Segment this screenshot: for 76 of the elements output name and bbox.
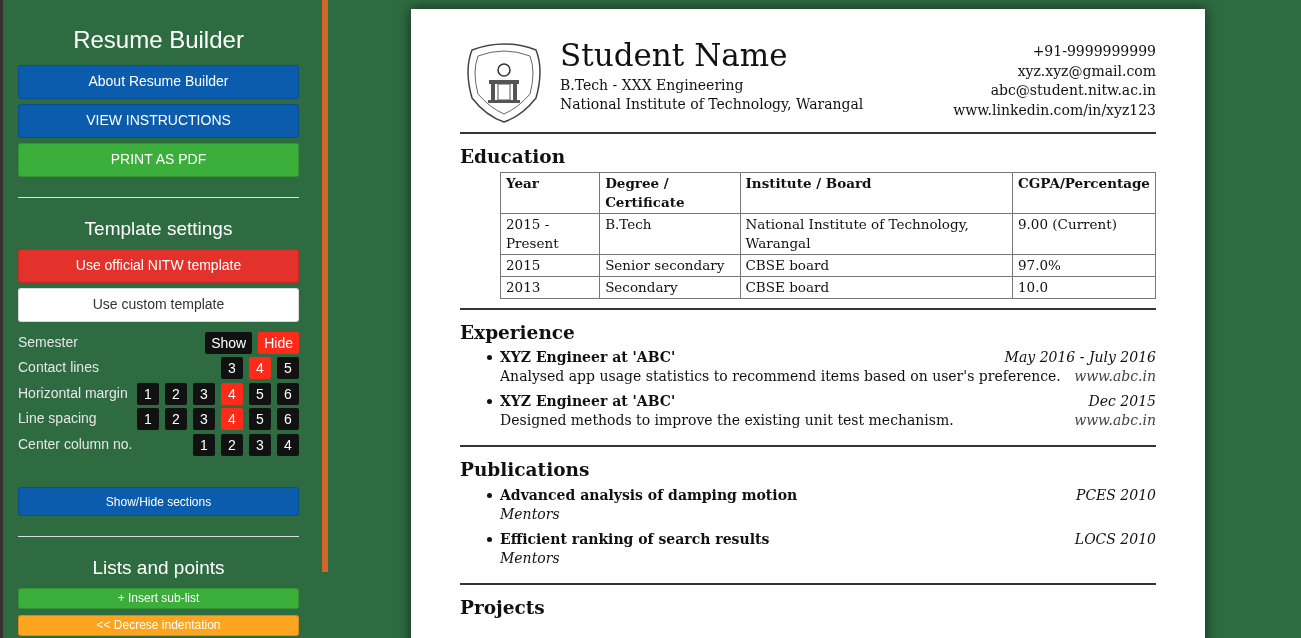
entry-venue: PCES 2010 [1075, 485, 1156, 505]
option-button[interactable]: 6 [277, 408, 299, 431]
sidebar-button[interactable]: Show/Hide sections [18, 487, 299, 517]
entry-title: XYZ Engineer at 'ABC' [500, 392, 676, 412]
entry-link[interactable]: www.abc.in [1074, 411, 1156, 431]
table-cell: CBSE board [740, 276, 1013, 299]
table-cell: 9.00 (Current) [1012, 213, 1156, 255]
option-button[interactable]: 2 [165, 382, 187, 405]
entry-date: Dec 2015 [1088, 392, 1156, 412]
setting-label: Contact lines [18, 358, 99, 378]
scrollbar-thumb[interactable] [322, 0, 328, 572]
entry-venue: LOCS 2010 [1074, 529, 1156, 549]
setting-label: Semester [18, 332, 78, 352]
entry-date: May 2016 - July 2016 [1004, 348, 1156, 368]
sidebar-title: Resume Builder [72, 26, 245, 55]
entry-title: Advanced analysis of damping motion [500, 485, 798, 505]
table-cell: 2015 - Present [500, 213, 600, 255]
section-title: Projects [460, 596, 546, 619]
table-cell: 2013 [500, 276, 600, 299]
option-button[interactable]: Hide [258, 331, 299, 354]
table-cell: Secondary [599, 276, 740, 299]
entry-title: Efficient ranking of search results [500, 529, 770, 549]
option-button[interactable]: 4 [249, 357, 271, 380]
option-button[interactable]: 6 [277, 382, 299, 405]
contact-line: www.linkedin.com/in/xyz123 [953, 100, 1156, 120]
table-cell: 10.0 [1012, 276, 1156, 299]
option-button[interactable]: 4 [221, 382, 243, 405]
entry-description: Analysed app usage statistics to recommend items based on user's preference. [500, 367, 1061, 387]
entry-description: Designed methods to improve the existing unit test mechanism. [500, 411, 954, 431]
column-header: Degree / Certificate [599, 172, 740, 214]
contact-line: abc@student.nitw.ac.in [989, 81, 1156, 100]
contact-line: +91-9999999999 [1031, 42, 1156, 61]
table-cell: 2015 [500, 254, 600, 277]
option-button[interactable]: 2 [165, 408, 187, 431]
table-cell: Senior secondary [599, 254, 740, 277]
option-button[interactable]: 1 [193, 433, 215, 456]
template-button[interactable]: Use official NITW template [18, 248, 299, 283]
template-button[interactable]: Use custom template [18, 287, 299, 322]
option-button[interactable]: 3 [249, 433, 271, 456]
header-line: B.Tech - XXX Engineering [560, 76, 745, 96]
option-button[interactable]: 4 [277, 433, 299, 456]
option-button[interactable]: 5 [249, 382, 271, 405]
option-button[interactable]: 5 [277, 357, 299, 380]
option-button[interactable]: 1 [137, 408, 159, 431]
table-cell: National Institute of Technology, Warangal [740, 213, 1013, 255]
entry-authors: Mentors [500, 504, 560, 524]
option-button[interactable]: 5 [249, 408, 271, 431]
contact-line: xyz.xyz@gmail.com [1016, 61, 1156, 81]
column-header: CGPA/Percentage [1012, 172, 1156, 214]
section-title: Publications [460, 459, 591, 482]
option-button[interactable]: 2 [221, 433, 243, 456]
option-button[interactable]: 1 [137, 382, 159, 405]
entry-title: XYZ Engineer at 'ABC' [500, 348, 676, 368]
option-button[interactable]: 3 [193, 382, 215, 405]
section-title: Experience [460, 322, 576, 345]
entry-authors: Mentors [500, 548, 560, 568]
table-cell: CBSE board [740, 254, 1013, 277]
student-name: Student Name [560, 38, 789, 73]
section-heading: Template settings [83, 217, 234, 241]
option-button[interactable]: Show [205, 331, 253, 354]
column-header: Year [500, 172, 600, 214]
table-cell: 97.0% [1012, 254, 1156, 277]
section-heading: Lists and points [91, 557, 226, 580]
option-button[interactable]: 3 [221, 357, 243, 380]
setting-label: Line spacing [18, 409, 97, 429]
sidebar-button[interactable]: VIEW INSTRUCTIONS [18, 103, 299, 138]
setting-label: Horizontal margin [18, 383, 128, 403]
header-line: National Institute of Technology, Warangal [560, 95, 864, 115]
table-cell: B.Tech [599, 213, 740, 255]
sidebar-button[interactable]: About Resume Builder [18, 64, 299, 99]
column-header: Institute / Board [740, 172, 1013, 214]
setting-label: Center column no. [18, 434, 133, 454]
option-button[interactable]: 3 [193, 408, 215, 431]
option-button[interactable]: 4 [221, 408, 243, 431]
section-title: Education [460, 146, 567, 169]
entry-link[interactable]: www.abc.in [1074, 367, 1156, 387]
